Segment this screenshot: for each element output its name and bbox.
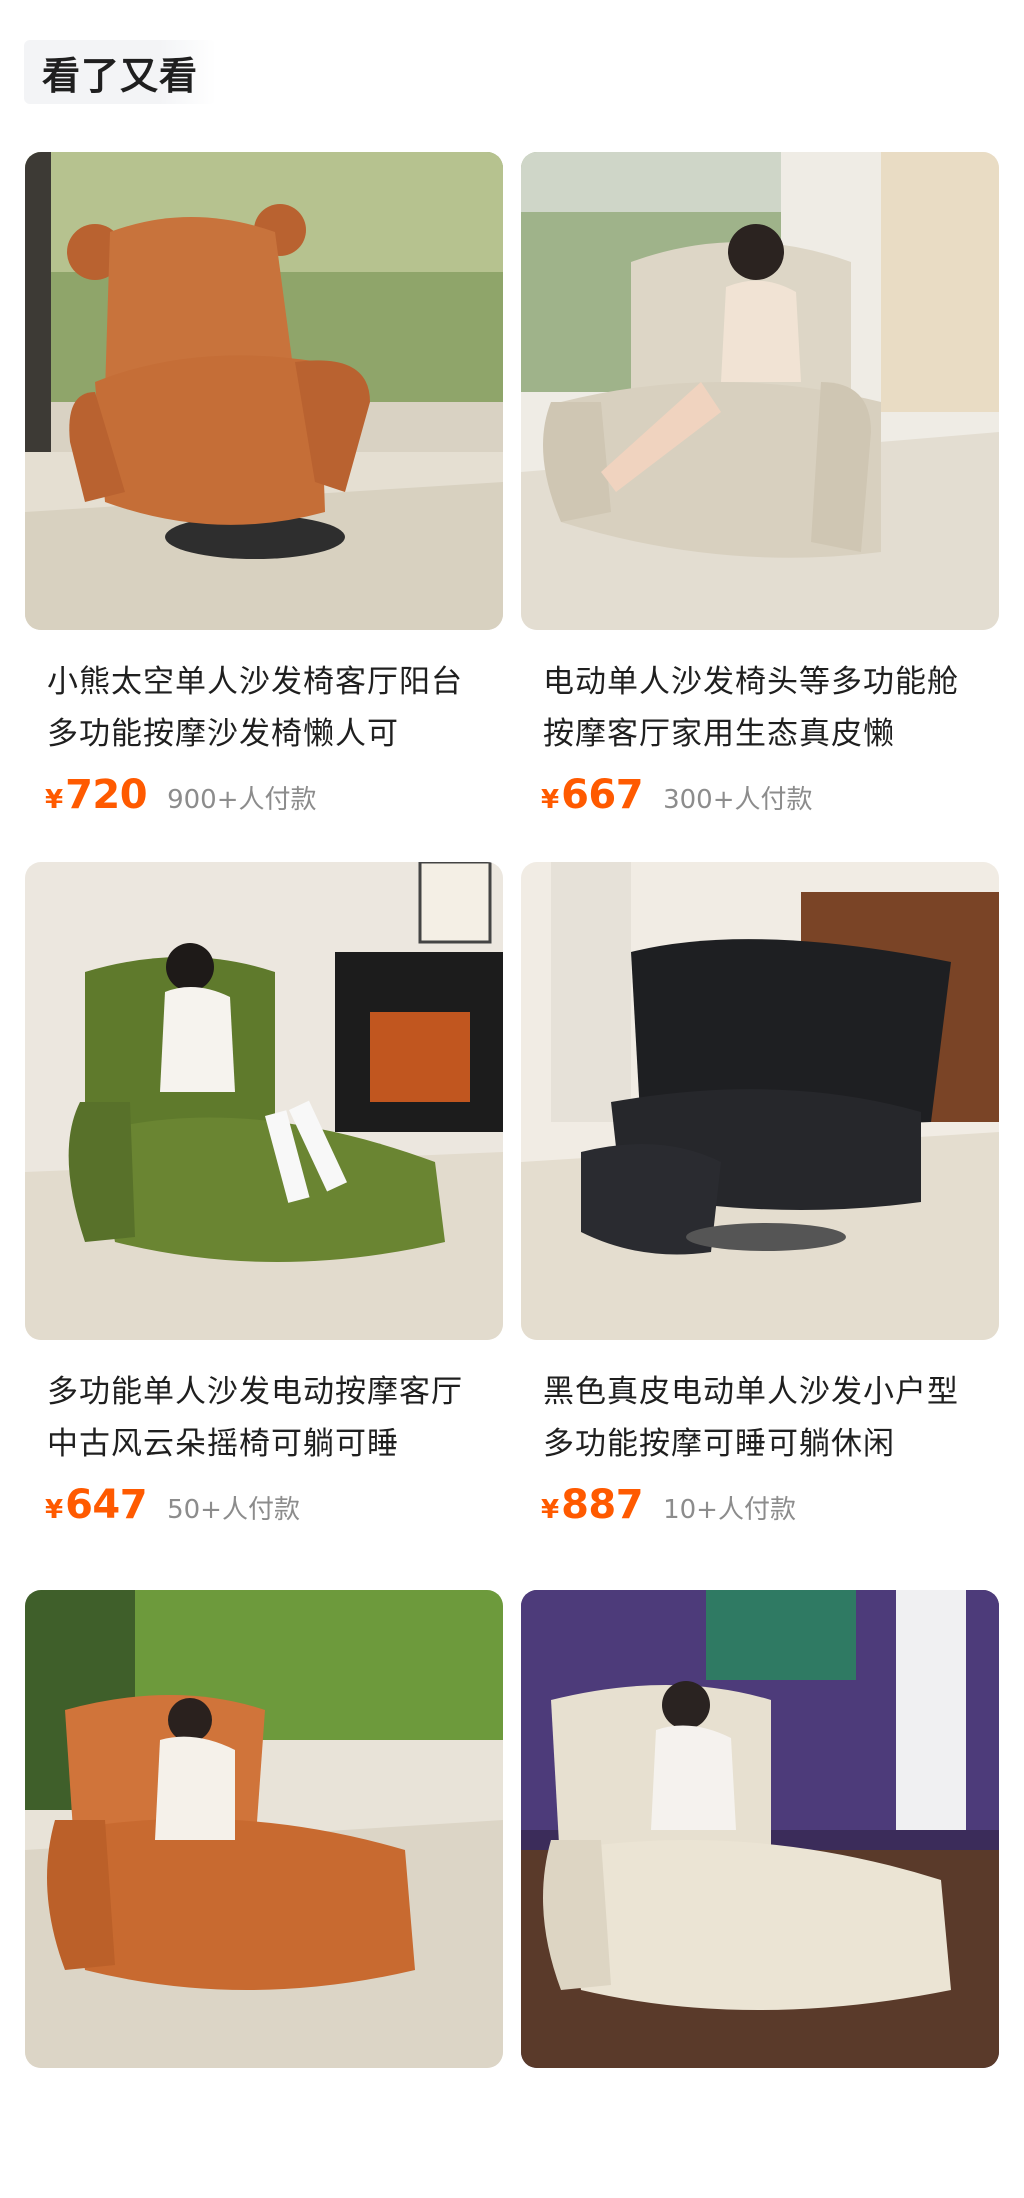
section-header: 看了又看 xyxy=(24,40,217,104)
sales-count: 50+人付款 xyxy=(167,1495,300,1525)
price-value: 887 xyxy=(561,1482,644,1528)
product-title[interactable]: 多功能单人沙发电动按摩客厅中古风云朵摇椅可躺可睡 xyxy=(47,1366,491,1470)
price-value: 720 xyxy=(65,772,148,818)
currency-symbol: ¥ xyxy=(45,785,64,815)
cream-gaming-recliner-photo xyxy=(521,1590,999,2068)
product-card[interactable]: 黑色真皮电动单人沙发小户型多功能按摩可睡可躺休闲 ¥ 887 10+人付款 xyxy=(521,862,999,1528)
product-image[interactable] xyxy=(521,862,999,1340)
product-image[interactable] xyxy=(25,862,503,1340)
product-title[interactable] xyxy=(543,2094,987,2198)
section-title: 看了又看 xyxy=(42,53,199,98)
product-title[interactable]: 小熊太空单人沙发椅客厅阳台多功能按摩沙发椅懒人可 xyxy=(47,656,491,760)
product-title[interactable] xyxy=(47,2094,491,2198)
currency-symbol: ¥ xyxy=(541,785,560,815)
product-card[interactable]: 电动单人沙发椅头等多功能舱按摩客厅家用生态真皮懒 ¥ 667 300+人付款 xyxy=(521,152,999,818)
product-title[interactable]: 黑色真皮电动单人沙发小户型多功能按摩可睡可躺休闲 xyxy=(543,1366,987,1470)
orange-outdoor-recliner-photo xyxy=(25,1590,503,2068)
sales-count: 300+人付款 xyxy=(663,785,813,815)
price-row: ¥ 887 10+人付款 xyxy=(541,1482,999,1528)
product-card[interactable] xyxy=(521,1590,999,2198)
price-row: ¥ 720 900+人付款 xyxy=(45,772,503,818)
product-card[interactable]: 多功能单人沙发电动按摩客厅中古风云朵摇椅可躺可睡 ¥ 647 50+人付款 xyxy=(25,862,503,1528)
product-image[interactable] xyxy=(521,1590,999,2068)
sales-count: 10+人付款 xyxy=(663,1495,796,1525)
sales-count: 900+人付款 xyxy=(167,785,317,815)
product-card[interactable] xyxy=(25,1590,503,2198)
product-image[interactable] xyxy=(25,1590,503,2068)
price-row: ¥ 667 300+人付款 xyxy=(541,772,999,818)
currency-symbol: ¥ xyxy=(45,1495,64,1525)
currency-symbol: ¥ xyxy=(541,1495,560,1525)
product-image[interactable] xyxy=(25,152,503,630)
product-card[interactable]: 小熊太空单人沙发椅客厅阳台多功能按摩沙发椅懒人可 ¥ 720 900+人付款 xyxy=(25,152,503,818)
price-value: 647 xyxy=(65,1482,148,1528)
beige-recliner-photo xyxy=(521,152,999,630)
green-cloud-recliner-photo xyxy=(25,862,503,1340)
price-row: ¥ 647 50+人付款 xyxy=(45,1482,503,1528)
black-leather-recliner-photo xyxy=(521,862,999,1340)
brown-bear-armchair-photo xyxy=(25,152,503,630)
price-value: 667 xyxy=(561,772,644,818)
product-image[interactable] xyxy=(521,152,999,630)
product-title[interactable]: 电动单人沙发椅头等多功能舱按摩客厅家用生态真皮懒 xyxy=(543,656,987,760)
